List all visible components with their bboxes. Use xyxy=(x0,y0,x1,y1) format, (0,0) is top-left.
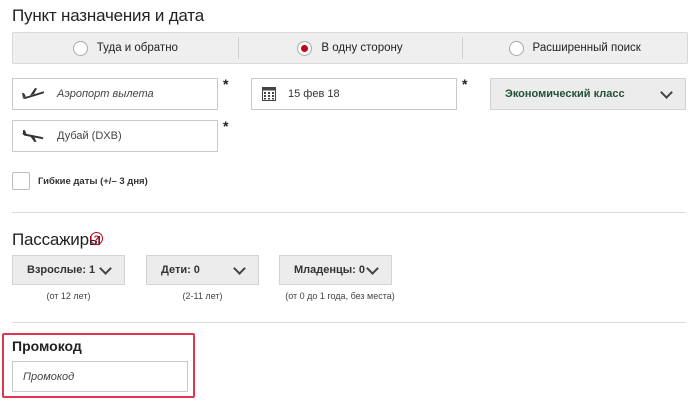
radio-advanced[interactable] xyxy=(508,40,524,56)
promo-placeholder: Промокод xyxy=(23,370,75,383)
trip-option-label: В одну сторону xyxy=(321,42,403,54)
origin-placeholder: Аэропорт вылета xyxy=(57,88,154,100)
promo-title: Промокод xyxy=(12,338,82,354)
calendar-icon xyxy=(262,87,276,101)
infants-label: Младенцы: 0 xyxy=(294,264,366,276)
children-label: Дети: 0 xyxy=(161,264,200,276)
trip-option-oneway[interactable]: В одну сторону xyxy=(237,33,463,63)
trip-option-advanced[interactable]: Расширенный поиск xyxy=(462,33,687,63)
adults-label: Взрослые: 1 xyxy=(27,264,96,276)
departure-plane-icon xyxy=(21,87,45,101)
arrival-plane-icon xyxy=(21,129,45,143)
help-icon[interactable]: ? xyxy=(90,232,103,245)
destination-title: Пункт назначения и дата xyxy=(12,6,204,25)
cabin-class-value: Экономический класс xyxy=(505,88,625,100)
children-age-note: (2-11 лет) xyxy=(182,291,223,301)
flexible-dates-checkbox[interactable] xyxy=(12,172,30,190)
trip-option-label: Расширенный поиск xyxy=(532,42,641,54)
trip-option-roundtrip[interactable]: Туда и обратно xyxy=(13,33,238,63)
infants-age-note: (от 0 до 1 года, без места) xyxy=(285,291,395,301)
trip-type-selector: Туда и обратно В одну сторону Расширенны… xyxy=(12,32,688,64)
date-field[interactable]: 15 фев 18 xyxy=(251,78,457,110)
required-mark: * xyxy=(462,76,468,92)
infants-select[interactable]: Младенцы: 0 xyxy=(279,255,392,285)
divider xyxy=(12,212,686,213)
chevron-down-icon xyxy=(99,261,112,275)
radio-roundtrip[interactable] xyxy=(72,40,88,56)
radio-oneway[interactable] xyxy=(297,40,313,56)
trip-option-label: Туда и обратно xyxy=(96,42,178,54)
required-mark: * xyxy=(223,76,229,92)
chevron-down-icon xyxy=(233,261,246,275)
radio-selected-dot xyxy=(301,44,309,52)
cabin-class-select[interactable]: Экономический класс xyxy=(490,78,686,110)
chevron-down-icon xyxy=(660,85,673,99)
destination-value: Дубай (DXB) xyxy=(57,130,122,142)
date-value: 15 фев 18 xyxy=(288,88,340,100)
divider xyxy=(12,322,686,323)
flexible-dates-label: Гибкие даты (+/– 3 дня) xyxy=(38,176,148,187)
promo-input[interactable]: Промокод xyxy=(12,361,188,392)
destination-field[interactable]: Дубай (DXB) xyxy=(12,120,218,152)
required-mark: * xyxy=(223,118,229,134)
chevron-down-icon xyxy=(366,261,379,275)
origin-field[interactable]: Аэропорт вылета xyxy=(12,78,218,110)
passengers-title: Пассажиры xyxy=(12,230,101,249)
adults-age-note: (от 12 лет) xyxy=(46,291,91,301)
adults-select[interactable]: Взрослые: 1 xyxy=(12,255,125,285)
children-select[interactable]: Дети: 0 xyxy=(146,255,259,285)
